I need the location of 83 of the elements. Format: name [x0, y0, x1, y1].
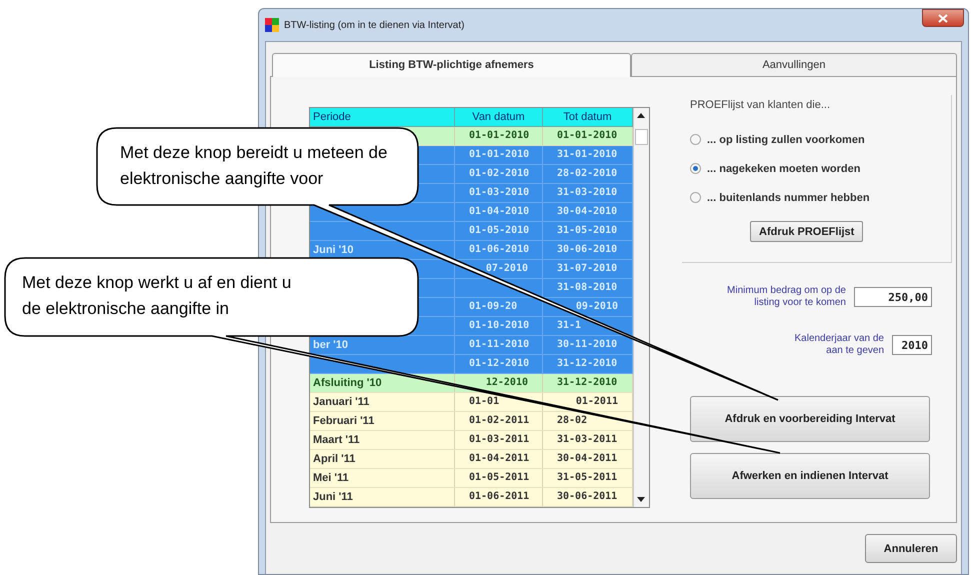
- table-cell-text: 31-05-2011: [557, 470, 618, 485]
- window-title: BTW-listing (om in te dienen via Intervat): [284, 20, 464, 30]
- app-icon: [265, 18, 279, 32]
- radio-button[interactable]: [690, 134, 701, 145]
- table-cell-text: 01-06-2010: [469, 242, 530, 257]
- table-cell-text: 01-10-2010: [469, 318, 530, 333]
- table-cell-text: 30-06-2010: [557, 242, 618, 257]
- table-row[interactable]: Februari '11 01-02-2011 28-02: [310, 412, 633, 431]
- table-cell-text: 30-04-2010: [557, 204, 618, 219]
- column-header[interactable]: Van datum: [455, 108, 543, 127]
- table-cell: Juni '10: [313, 242, 354, 258]
- table-cell-text: 01-05-2011: [469, 470, 530, 485]
- radio-button[interactable]: [690, 192, 701, 203]
- tab[interactable]: Aanvullingen: [630, 53, 957, 76]
- close-icon[interactable]: [938, 14, 948, 22]
- table-cell-text: 12-2010: [486, 376, 528, 390]
- table-cell-text: 01-06-2011: [469, 490, 530, 504]
- table-cell: April '11: [313, 452, 356, 467]
- tab[interactable]: Listing BTW-plichtige afnemers: [272, 53, 631, 77]
- table-cell-text: 01-04-2011: [469, 452, 530, 466]
- table-cell-text: 31-1: [557, 318, 582, 333]
- table-cell-text: 01-01: [469, 394, 500, 409]
- table-cell-text: 01-12-2010: [469, 356, 530, 371]
- table-cell-text: 31-01-2010: [557, 148, 618, 162]
- table-cell-text: 01-05-2010: [469, 224, 530, 238]
- callout-text: Met deze knop werkt u af en dient u de elektronische aangifte in: [22, 272, 292, 320]
- field-label: Kalenderjaar van de aan te geven: [793, 333, 884, 357]
- table-cell-text: 01-03-2011: [469, 432, 530, 447]
- input-field[interactable]: 2010: [892, 335, 932, 355]
- table-cell-text: 31-05-2010: [557, 224, 618, 238]
- radio-button[interactable]: [690, 163, 701, 174]
- scroll-up-icon[interactable]: [636, 112, 646, 119]
- table-cell-text: 01-02-2010: [469, 166, 530, 181]
- table-cell: Afsluiting '10: [313, 376, 382, 391]
- table-cell-text: 01-01-2010: [557, 128, 618, 143]
- cancel-button[interactable]: Annuleren: [865, 534, 957, 563]
- table-cell-text: 31-03-2010: [557, 186, 618, 200]
- table-cell-text: 28-02: [557, 414, 588, 428]
- radio-label[interactable]: ... nagekeken moeten worden: [707, 162, 860, 174]
- print-button[interactable]: Afdruk PROEFlijst: [750, 221, 864, 242]
- radio-label[interactable]: ... buitenlands nummer hebben: [707, 192, 870, 204]
- table-cell-text: 07-2010: [486, 262, 528, 276]
- table-cell-text: 01-09-20: [469, 300, 518, 314]
- radio-label[interactable]: ... op listing zullen voorkomen: [707, 134, 865, 146]
- table-cell-text: 09-2010: [576, 300, 618, 314]
- table-cell-text: 28-02-2010: [557, 166, 618, 181]
- action-button[interactable]: Afwerken en indienen Intervat: [690, 453, 930, 499]
- table-cell: ber '10: [313, 338, 348, 353]
- field-label: Minimum bedrag om op de listing voor te komen: [726, 285, 846, 309]
- table-cell: Mei '11: [313, 470, 349, 486]
- table-cell-text: 01-02-2011: [469, 414, 530, 428]
- table-cell-text: 30-11-2010: [557, 338, 618, 352]
- input-field[interactable]: 250,00: [854, 287, 932, 307]
- table-cell: Juni '11: [313, 490, 353, 505]
- scroll-down-icon[interactable]: [636, 496, 646, 503]
- table-cell-text: 01-11-2010: [469, 338, 530, 352]
- table-cell-text: 01-2011: [576, 394, 618, 409]
- table-cell-text: 31-12-2010: [557, 376, 618, 390]
- table-row[interactable]: April '11 01-04-2011 30-04-2011: [310, 450, 633, 469]
- table-cell: Januari '11: [313, 394, 370, 410]
- scrollbar-thumb[interactable]: [635, 129, 648, 145]
- table-cell: Februari '11: [313, 414, 374, 429]
- table-cell-text: 01-01-2010: [469, 148, 530, 162]
- table-cell-text: 31-12-2010: [557, 356, 618, 371]
- table-cell: Maart '11: [313, 432, 360, 448]
- table-cell-text: 30-06-2011: [557, 490, 618, 504]
- table-cell-text: 31-03-2011: [557, 432, 618, 447]
- column-header[interactable]: Periode: [310, 108, 455, 127]
- table-row[interactable]: Mei '11 01-05-2011 31-05-2011: [310, 469, 633, 488]
- table-row[interactable]: Maart '11 01-03-2011 31-03-2011: [310, 431, 633, 450]
- table-row[interactable]: Januari '11 01-01 01-2011: [310, 393, 633, 412]
- table-row[interactable]: Afsluiting '10 12-2010 31-12-2010: [310, 374, 633, 393]
- table-row[interactable]: Juni '11 01-06-2011 30-06-2011: [310, 488, 633, 507]
- column-header[interactable]: Tot datum: [543, 108, 633, 127]
- action-button[interactable]: Afdruk en voorbereiding Intervat: [690, 396, 930, 442]
- group-label: PROEFlijst van klanten die...: [690, 98, 830, 113]
- table-cell-text: 30-04-2011: [557, 452, 618, 466]
- close-button[interactable]: [922, 9, 964, 27]
- table-cell-text: 31-07-2010: [557, 262, 618, 276]
- table-cell-text: 01-01-2010: [469, 128, 530, 143]
- table-cell-text: 01-04-2010: [469, 204, 530, 219]
- table-cell-text: 01-03-2010: [469, 186, 530, 200]
- table-cell-text: 31-08-2010: [557, 280, 618, 295]
